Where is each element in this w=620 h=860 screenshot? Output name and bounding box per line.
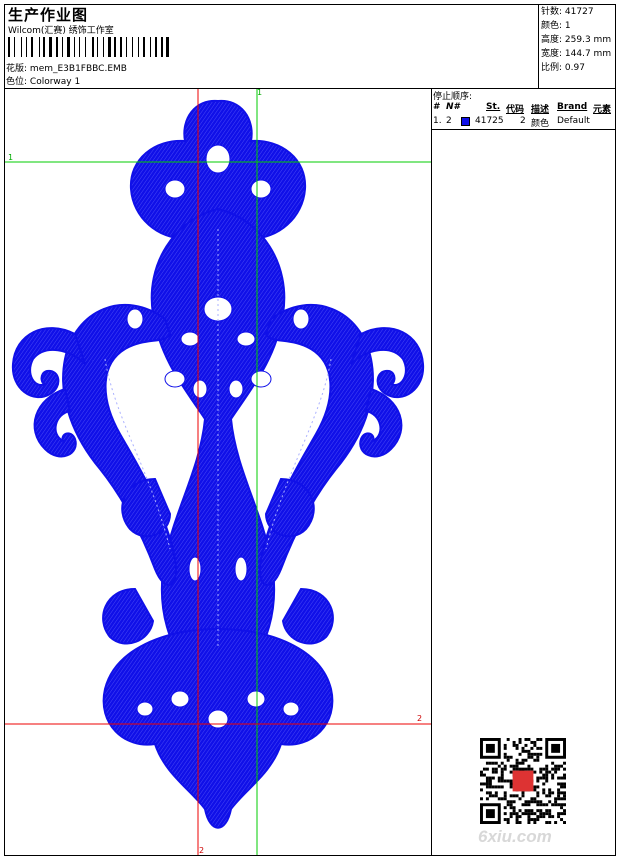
col-description: 描述 xyxy=(531,105,550,115)
table-row: 1. 2 41725 2 颜色 Default xyxy=(433,116,615,129)
colorway-label: 色位: xyxy=(6,77,28,87)
stat-colors: 颜色: 1 xyxy=(541,21,571,31)
col-stitches: St. xyxy=(486,102,501,112)
right-low-lobe xyxy=(281,587,334,645)
design-file-line: 花版: mem_E3B1FBBC.EMB xyxy=(6,61,127,74)
green-guide-label-left: 1 xyxy=(8,153,14,162)
stat-width: 宽度: 144.7 mm xyxy=(541,49,612,59)
colorway-value: Colorway 1 xyxy=(29,77,81,87)
stat-scale: 比例: 0.97 xyxy=(541,63,585,73)
barcode xyxy=(8,37,191,57)
table-divider xyxy=(431,129,616,130)
stop-table-header: # N# St. 代码 描述 Brand 元素 xyxy=(433,102,615,115)
thread-color-swatch xyxy=(461,117,470,126)
col-code: 代码 xyxy=(506,105,525,115)
stop-sequence-heading: 停止顺序: xyxy=(433,92,473,102)
col-index: # xyxy=(433,102,440,112)
col-element: 元素 xyxy=(593,105,612,115)
colorway-line: 色位: Colorway 1 xyxy=(6,74,80,87)
stats-divider xyxy=(538,4,539,88)
stat-stitches: 针数: 41727 xyxy=(541,7,594,17)
watermark: 6xiu.com xyxy=(478,827,552,846)
row-stitches: 41725 xyxy=(475,116,504,126)
col-brand: Brand xyxy=(557,102,588,112)
col-n: N# xyxy=(446,102,460,112)
stat-height: 高度: 259.3 mm xyxy=(541,35,612,45)
green-guide-label-top: 1 xyxy=(257,88,263,97)
row-description: 颜色 xyxy=(531,119,550,129)
side-panel-divider xyxy=(431,88,432,856)
row-n: 2 xyxy=(446,116,452,126)
stats-panel: 针数: 41727 颜色: 1 高度: 259.3 mm 宽度: 144.7 m… xyxy=(541,5,611,75)
qr-code xyxy=(480,738,566,824)
row-code: 2 xyxy=(520,116,526,126)
row-brand: Default xyxy=(557,116,590,126)
embroidery-design xyxy=(5,89,431,855)
page-title: 生产作业图 xyxy=(8,6,89,24)
row-index: 1. xyxy=(433,116,442,126)
red-guide-label-right: 2 xyxy=(417,714,423,723)
red-guide-label-bottom: 2 xyxy=(199,846,205,855)
design-file-name: mem_E3B1FBBC.EMB xyxy=(29,64,127,74)
left-low-lobe xyxy=(102,587,155,645)
studio-name: Wilcom(汇赛) 绣饰工作室 xyxy=(8,26,114,36)
design-file-label: 花版: xyxy=(6,64,28,74)
